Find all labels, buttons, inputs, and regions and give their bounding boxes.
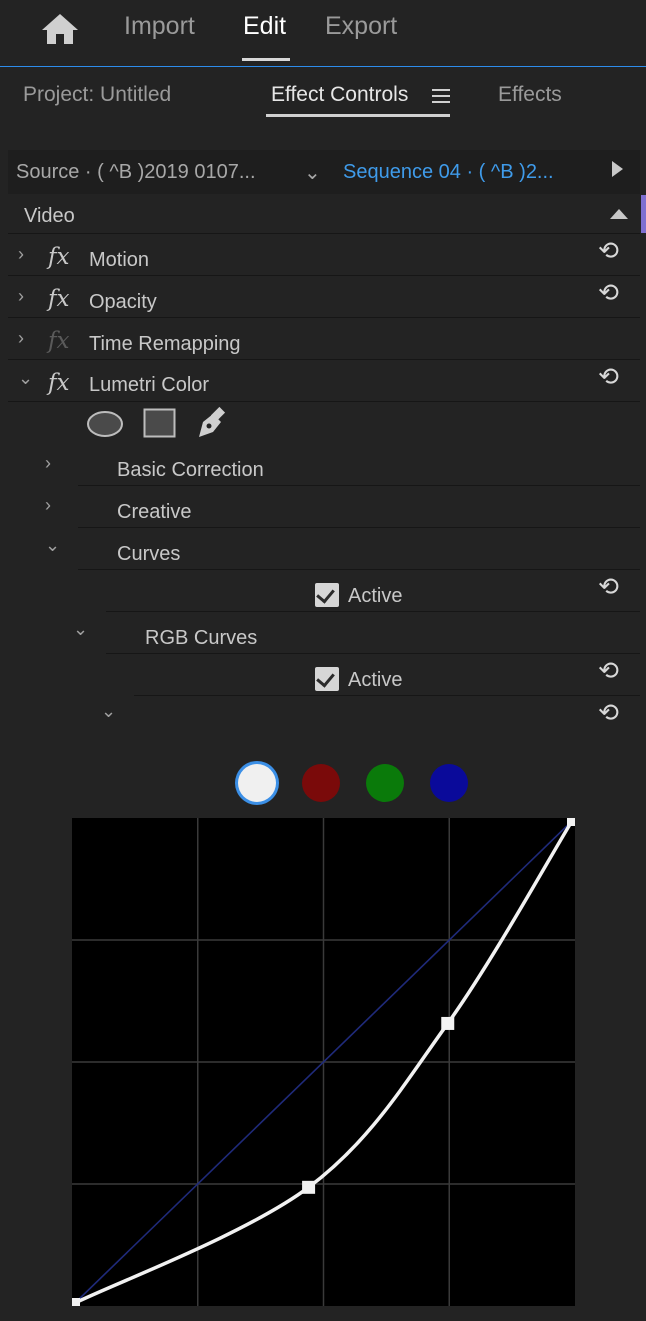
fx-icon: fx [48, 328, 70, 354]
reset-icon[interactable]: ⟲ [598, 362, 619, 392]
rgb-curves-active-label: Active [348, 669, 403, 691]
reset-icon[interactable]: ⟲ [598, 656, 619, 686]
scrollbar-thumb[interactable] [641, 195, 646, 233]
pen-mask-icon[interactable] [195, 406, 229, 440]
effect-opacity-label: Opacity [89, 291, 157, 313]
effect-motion-label: Motion [89, 249, 150, 271]
video-section-header: Video [24, 205, 75, 227]
play-triangle-icon[interactable] [612, 161, 623, 177]
reset-icon[interactable]: ⟲ [598, 278, 619, 308]
section-curves[interactable]: Curves [117, 543, 180, 566]
reset-icon[interactable]: ⟲ [598, 236, 619, 266]
rectangle-mask-icon[interactable] [143, 408, 176, 438]
effect-time-remapping-label: Time Remapping [89, 333, 241, 355]
tab-export[interactable]: Export [325, 12, 397, 41]
collapse-up-icon[interactable] [610, 209, 628, 219]
chevron-right-icon[interactable]: › [45, 453, 51, 474]
tab-project[interactable]: Project: Untitled [23, 83, 171, 107]
fx-icon[interactable]: fx [48, 244, 69, 270]
workspace-bar [0, 0, 646, 67]
home-icon[interactable] [40, 12, 80, 46]
divider [8, 275, 640, 276]
curves-active-label: Active [348, 585, 403, 607]
effect-lumetri-color-label: Lumetri Color [89, 374, 210, 396]
source-clip-label[interactable]: Source · ( ^B )2019 0107... [16, 161, 256, 184]
channel-white-button[interactable] [238, 764, 276, 802]
chevron-right-icon[interactable]: › [18, 328, 24, 349]
section-rgb-curves[interactable]: RGB Curves [145, 627, 257, 650]
reset-icon[interactable]: ⟲ [598, 698, 619, 728]
tab-edit[interactable]: Edit [243, 12, 286, 41]
tab-effect-controls[interactable]: Effect Controls [271, 83, 408, 107]
curve-control-point[interactable] [441, 1016, 455, 1030]
active-panel-indicator [266, 114, 450, 117]
divider [78, 485, 640, 486]
section-basic-correction[interactable]: Basic Correction [117, 459, 264, 482]
sequence-clip-label[interactable]: Sequence 04 · ( ^B )2... [343, 161, 554, 184]
chevron-down-icon[interactable]: ⌄ [101, 701, 116, 722]
chevron-down-icon[interactable]: ⌄ [304, 160, 321, 185]
tab-import[interactable]: Import [124, 12, 195, 41]
tab-effects[interactable]: Effects [498, 83, 562, 107]
chevron-right-icon[interactable]: › [18, 244, 24, 265]
fx-icon[interactable]: fx [48, 370, 69, 396]
divider [106, 611, 640, 612]
section-creative[interactable]: Creative [117, 501, 191, 524]
curve-control-point[interactable] [72, 1298, 80, 1306]
channel-blue-button[interactable] [430, 764, 468, 802]
active-tab-indicator [242, 58, 290, 61]
divider [8, 401, 640, 402]
curve-control-point[interactable] [302, 1180, 316, 1194]
rgb-curves-active-checkbox[interactable] [315, 667, 339, 691]
reset-icon[interactable]: ⟲ [598, 572, 619, 602]
curve-control-point[interactable] [567, 818, 575, 826]
fx-icon[interactable]: fx [48, 286, 69, 312]
divider [8, 233, 640, 234]
channel-red-button[interactable] [302, 764, 340, 802]
chevron-down-icon[interactable]: ⌄ [18, 368, 33, 389]
chevron-down-icon[interactable]: ⌄ [45, 535, 60, 556]
curves-active-checkbox[interactable] [315, 583, 339, 607]
chevron-right-icon[interactable]: › [18, 286, 24, 307]
curve-canvas[interactable] [72, 818, 575, 1306]
divider [134, 695, 640, 696]
divider [8, 359, 640, 360]
chevron-down-icon[interactable]: ⌄ [73, 619, 88, 640]
divider [106, 653, 640, 654]
chevron-right-icon[interactable]: › [45, 495, 51, 516]
ellipse-mask-icon[interactable] [86, 409, 124, 439]
divider [8, 317, 640, 318]
divider [78, 527, 640, 528]
hamburger-menu-icon[interactable] [432, 88, 450, 104]
divider [78, 569, 640, 570]
channel-green-button[interactable] [366, 764, 404, 802]
rgb-curve-graph[interactable] [72, 818, 575, 1306]
